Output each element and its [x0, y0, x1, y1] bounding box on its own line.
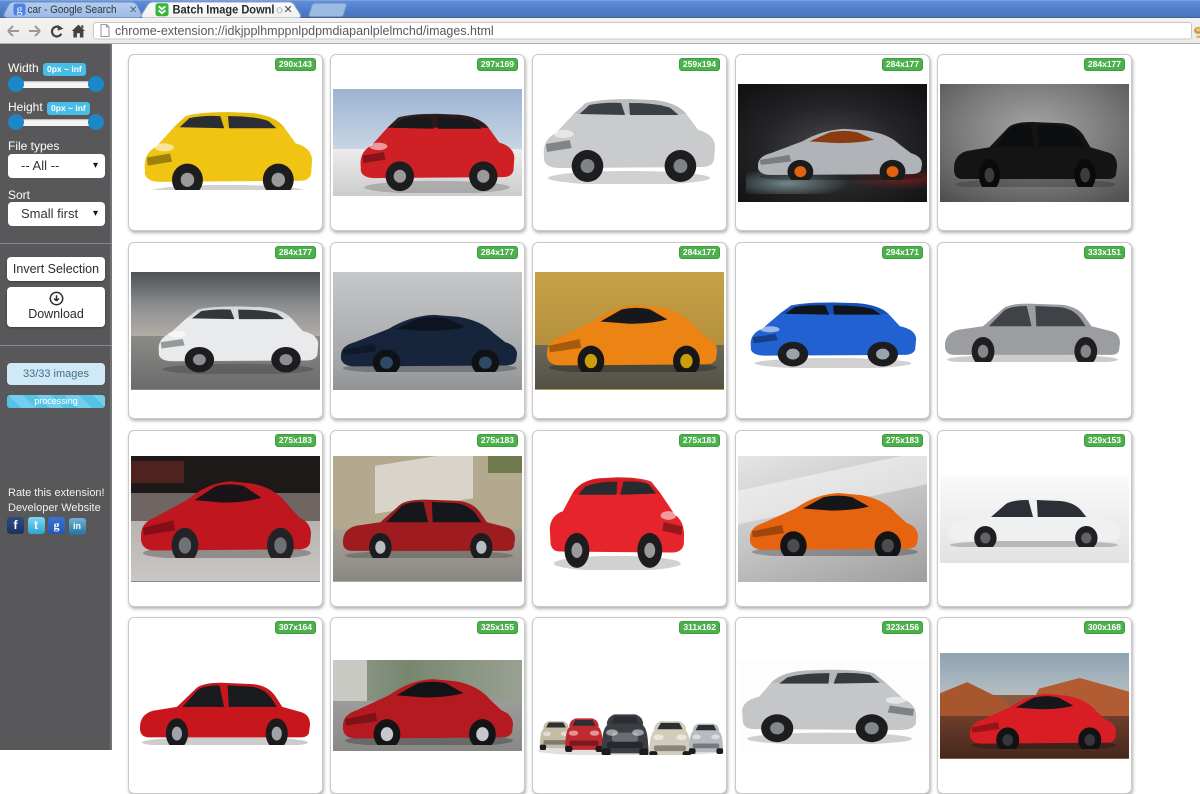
svg-text:✕: ✕	[284, 4, 293, 16]
svg-text:o: o	[276, 4, 283, 16]
svg-text:car - Google Search: car - Google Search	[28, 4, 117, 16]
svg-text:Batch Image Downl: Batch Image Downl	[173, 4, 275, 16]
svg-text:g: g	[17, 2, 23, 16]
svg-text:✕: ✕	[129, 5, 137, 16]
svg-text:chrome-extension://idkjpplhmpp: chrome-extension://idkjpplhmppnlpdpmdiap…	[115, 24, 494, 38]
